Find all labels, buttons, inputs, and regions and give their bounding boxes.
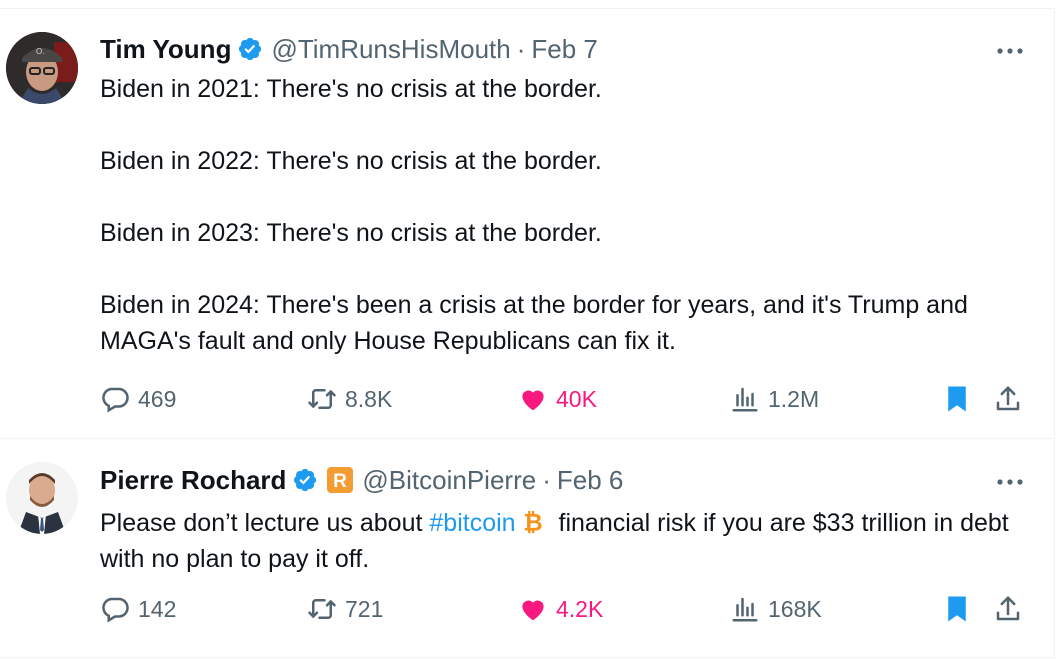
bookmark-button[interactable] xyxy=(942,592,980,626)
repost-count: 721 xyxy=(345,595,384,622)
verified-badge-icon xyxy=(239,37,262,61)
analytics-bars-icon xyxy=(732,387,758,412)
views-button[interactable]: 1.2M xyxy=(730,382,819,416)
like-button[interactable]: 40K xyxy=(518,382,597,416)
views-count: 168K xyxy=(768,595,822,622)
bitcoin-emoji-icon: ₿ xyxy=(523,509,542,535)
tweet-text-start: Please don’t lecture us about xyxy=(100,509,430,537)
tweet-paragraph: Biden in 2022: There's no crisis at the … xyxy=(100,147,602,175)
affiliate-badge-letter: R xyxy=(334,471,348,492)
svg-text:₿: ₿ xyxy=(523,509,542,535)
reply-bubble-icon xyxy=(102,597,129,623)
like-count: 40K xyxy=(556,385,597,412)
like-button[interactable]: 4.2K xyxy=(518,592,603,626)
hashtag-link[interactable]: #bitcoin xyxy=(429,509,515,537)
reply-bubble-icon xyxy=(102,387,129,413)
share-button[interactable] xyxy=(993,592,1031,626)
avatar-tim-young[interactable]: O. xyxy=(6,32,78,104)
repost-button[interactable]: 721 xyxy=(307,592,383,626)
tweet-card-tim-young[interactable]: O. Tim Young @TimRunsHisMouth · Feb 7 Bi… xyxy=(0,8,1055,439)
author-name[interactable]: Tim Young xyxy=(100,34,231,65)
tweet-actions: 142 721 4.2K 168K xyxy=(100,592,1030,626)
retweet-arrows-icon xyxy=(308,389,336,409)
tweet-text: Biden in 2021: There's no crisis at the … xyxy=(100,71,1030,359)
tweet-header: Pierre Rochard R @BitcoinPierre · Feb 6 xyxy=(100,463,623,497)
tweet-date[interactable]: Feb 7 xyxy=(531,34,598,65)
views-count: 1.2M xyxy=(768,385,820,412)
affiliate-badge-icon[interactable]: R xyxy=(326,466,354,494)
bookmark-icon xyxy=(948,386,966,412)
avatar-pierre-rochard[interactable] xyxy=(6,462,78,534)
reply-count: 469 xyxy=(138,385,177,412)
separator-dot: · xyxy=(542,464,551,495)
repost-count: 8.8K xyxy=(345,385,393,412)
more-options-icon[interactable] xyxy=(995,472,1025,492)
reply-button[interactable]: 469 xyxy=(100,382,176,416)
share-upload-icon xyxy=(996,386,1020,411)
reply-button[interactable]: 142 xyxy=(100,592,176,626)
tweet-paragraph: Biden in 2023: There's no crisis at the … xyxy=(100,219,602,247)
heart-icon xyxy=(522,390,544,411)
author-handle[interactable]: @BitcoinPierre xyxy=(362,465,536,496)
separator-dot: · xyxy=(516,33,526,64)
tweet-header: Tim Young @TimRunsHisMouth · Feb 7 xyxy=(100,32,598,66)
like-count: 4.2K xyxy=(556,595,604,622)
bookmark-button[interactable] xyxy=(942,382,980,416)
tweet-paragraph: Biden in 2024: There's been a crisis at … xyxy=(100,291,968,355)
tweet-actions: 469 8.8K 40K 1.2M xyxy=(100,382,1030,416)
svg-text:O.: O. xyxy=(36,47,44,56)
views-button[interactable]: 168K xyxy=(730,592,822,626)
verified-badge-icon xyxy=(294,468,317,492)
bookmark-icon xyxy=(948,596,966,622)
tweet-paragraph: Biden in 2021: There's no crisis at the … xyxy=(100,75,602,103)
share-upload-icon xyxy=(996,596,1020,621)
repost-button[interactable]: 8.8K xyxy=(307,382,392,416)
author-name[interactable]: Pierre Rochard xyxy=(100,465,286,496)
author-handle[interactable]: @TimRunsHisMouth xyxy=(271,34,510,65)
heart-icon xyxy=(522,600,544,621)
retweet-arrows-icon xyxy=(308,599,336,619)
tweet-date[interactable]: Feb 6 xyxy=(557,465,624,496)
more-options-icon[interactable] xyxy=(995,41,1025,61)
reply-count: 142 xyxy=(138,595,177,622)
share-button[interactable] xyxy=(993,382,1031,416)
analytics-bars-icon xyxy=(732,597,758,622)
tweet-text: Please don’t lecture us about #bitcoin ₿ … xyxy=(100,505,1030,577)
